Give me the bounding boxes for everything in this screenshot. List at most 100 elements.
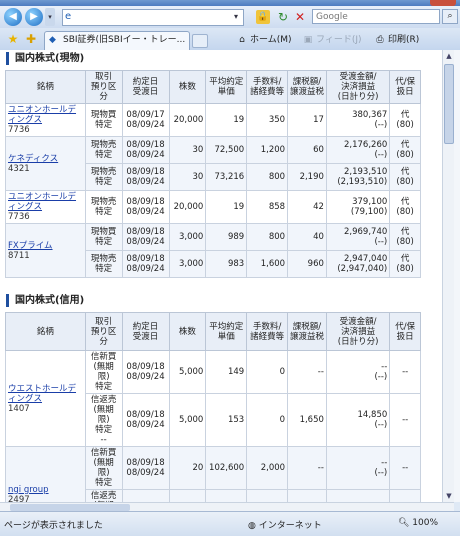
avg-price: 19	[205, 190, 248, 224]
favorites-star-icon[interactable]: ★	[6, 32, 20, 46]
stock-link[interactable]: ケネディクス	[8, 154, 58, 164]
zoom-control[interactable]: 🔍︎ 100%	[398, 518, 438, 528]
trade-type: 現物売 特定	[84, 190, 123, 224]
avg-price: 72,500	[205, 136, 248, 164]
column-header: 平均約定 単価	[205, 70, 248, 104]
tab-sbi[interactable]: ◆ SBI証券(旧SBIイー・トレー...	[44, 31, 190, 50]
avg-price: 153	[205, 393, 248, 447]
fee: 2,000	[246, 489, 289, 502]
custody: --	[389, 393, 421, 447]
custody: 代 (80)	[389, 223, 421, 251]
trade-type: 現物買 特定	[84, 223, 123, 251]
column-header: 銘柄	[5, 312, 86, 351]
fee: 858	[246, 190, 289, 224]
tax: 1,790	[287, 489, 327, 502]
sbi-favicon-icon: ◆	[49, 35, 56, 45]
ie-page-icon: e	[65, 11, 72, 22]
stock-link[interactable]: ユニオンホールディングス	[8, 192, 76, 212]
table-row: ユニオンホールディングス 7736 現物売 特定 08/09/18 08/09/24 20,…	[5, 190, 421, 224]
custody: 代 (80)	[389, 250, 421, 278]
lock-icon[interactable]: 🔒	[256, 10, 270, 24]
custody: --	[389, 446, 421, 490]
quantity: 20	[168, 489, 207, 502]
stock-code: 1407	[8, 403, 30, 414]
trade-type: 信新買 (無期限) 特定	[84, 446, 123, 490]
custody: 代 (80)	[389, 136, 421, 164]
status-bar: ページが表示されました ◍ インターネット 🔍︎ 100%	[0, 511, 460, 536]
fee: 0	[246, 393, 289, 447]
stock-code: 7736	[8, 212, 30, 222]
column-header: 取引 預り区分	[84, 70, 123, 104]
scroll-thumb[interactable]	[444, 64, 454, 144]
address-bar: ◀ ▶ ▾ e ▾ 🔒 ↻ ✕ Google ⌕	[0, 6, 460, 28]
quantity: 3,000	[168, 250, 207, 278]
trade-type: 現物売 特定	[84, 163, 123, 191]
tax: 60	[287, 136, 327, 164]
column-header: 受渡金額/決済損益 (日計り分)	[325, 70, 391, 104]
avg-price: 73,216	[205, 163, 248, 191]
new-tab-button[interactable]	[192, 34, 208, 48]
quantity: 20,000	[168, 190, 207, 224]
fee: 2,000	[246, 446, 289, 490]
stock-cell: ngi group 2497	[5, 446, 86, 502]
home-label: ホーム(M)	[250, 35, 292, 45]
stock-cell: ユニオンホールディングス 7736	[5, 190, 86, 224]
home-icon: ⌂	[239, 35, 245, 45]
trade-date: 08/09/1808/09/24	[121, 136, 170, 164]
margin-section-title: 国内株式(信用)	[6, 294, 84, 307]
forward-arrow-icon[interactable]: ▶	[25, 8, 43, 26]
tax: --	[287, 446, 327, 490]
avg-price: 989	[205, 223, 248, 251]
column-header: 平均約定 単価	[205, 312, 248, 351]
url-dropdown-icon[interactable]: ▾	[230, 11, 242, 23]
fee: 800	[246, 163, 289, 191]
settlement-amount: 2,176,260 (--)	[325, 136, 391, 164]
stock-link[interactable]: FXプライム	[8, 241, 53, 251]
printer-icon: ⎙	[376, 35, 384, 45]
stop-icon[interactable]: ✕	[293, 10, 307, 24]
fee: 1,200	[246, 136, 289, 164]
search-input[interactable]: Google	[312, 9, 440, 24]
zoom-level: 100%	[412, 518, 439, 528]
hscroll-thumb[interactable]	[10, 504, 130, 511]
column-header: 受渡金額/決済損益 (日計り分)	[325, 312, 391, 351]
status-text: ページが表示されました	[4, 521, 103, 531]
table-row: ウエストホールディングス 1407 信新買 (無期限) 特定 08/09/18 08/09/…	[5, 350, 421, 447]
search-icon[interactable]: ⌕	[442, 9, 458, 24]
quantity: 30	[168, 136, 207, 164]
refresh-icon[interactable]: ↻	[276, 10, 290, 24]
stock-link[interactable]: ウエストホールディングス	[8, 384, 76, 404]
table-row: FXプライム 8711 現物買 特定 08/09/18 08/09/24 3,000 989 8…	[5, 223, 421, 278]
quantity: 20,000	[168, 103, 207, 137]
stock-link[interactable]: ユニオンホールディングス	[8, 105, 76, 125]
quantity: 5,000	[168, 350, 207, 394]
column-header: 約定日 受渡日	[121, 312, 170, 351]
trade-date: 08/09/1808/09/24	[121, 163, 170, 191]
history-dropdown-icon[interactable]: ▾	[45, 8, 55, 26]
settlement-amount: 379,100 (79,100)	[325, 190, 391, 224]
column-header: 手数料/諸経費等	[246, 312, 289, 351]
settlement-amount: 2,947,040 (2,947,040)	[325, 250, 391, 278]
trade-date: 08/09/1808/09/24	[121, 489, 170, 502]
stock-link[interactable]: ngi group	[8, 485, 49, 495]
settlement-amount: 14,850 (--)	[325, 393, 391, 447]
print-button[interactable]: ⎙ 印刷(R)	[374, 33, 419, 47]
trade-type: 信返売(無期限)特定--	[84, 393, 123, 447]
globe-icon: ◍	[248, 521, 259, 531]
table-row: ユニオンホールディングス 7736 現物買 特定 08/09/17 08/09/24 20,…	[5, 103, 421, 137]
column-header: 株数	[168, 312, 207, 351]
print-label: 印刷(R)	[388, 35, 420, 45]
back-arrow-icon[interactable]: ◀	[4, 8, 22, 26]
column-header: 手数料/諸経費等	[246, 70, 289, 104]
tax: 2,190	[287, 163, 327, 191]
feed-label: フィード(J)	[316, 35, 362, 45]
feed-button[interactable]: ▣ フィード(J)	[302, 33, 362, 47]
add-favorites-icon[interactable]: ✚	[24, 32, 38, 46]
fee: 0	[246, 350, 289, 394]
column-header: 株数	[168, 70, 207, 104]
column-header: 課税額/譲渡益税	[287, 70, 327, 104]
home-button[interactable]: ⌂ ホーム(M)	[236, 33, 292, 47]
url-input[interactable]: e ▾	[62, 9, 244, 26]
avg-price: 149	[205, 350, 248, 394]
stock-cell: ウエストホールディングス 1407	[5, 350, 86, 447]
